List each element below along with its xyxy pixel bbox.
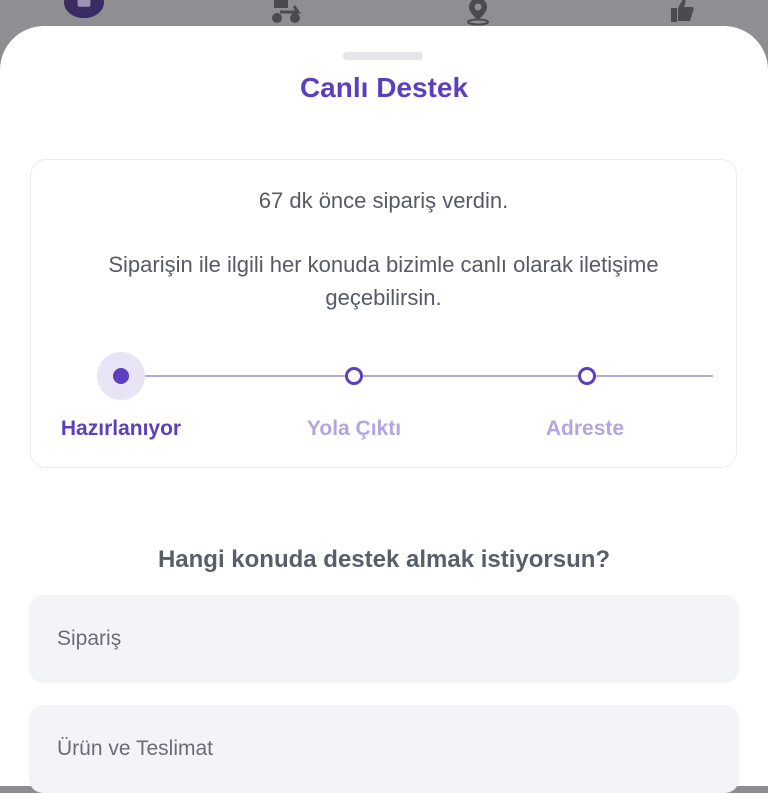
topic-option-order[interactable]: Sipariş — [29, 595, 739, 683]
live-support-sheet: Canlı Destek 67 dk önce sipariş verdin. … — [0, 26, 768, 793]
step-dot-preparing — [113, 368, 129, 384]
support-info-text: Siparişin ile ilgili her konuda bizimle … — [108, 252, 659, 310]
bag-icon — [64, 0, 104, 28]
courier-scooter-icon — [266, 0, 306, 28]
step-label-at-address: Adreste — [545, 417, 625, 440]
progress-track — [123, 375, 713, 377]
sheet-title: Canlı Destek — [299, 72, 469, 103]
location-pin-icon — [458, 0, 498, 28]
step-label-on-the-way: Yola Çıktı — [306, 417, 402, 440]
step-dot-at-address — [578, 367, 596, 385]
step-label-preparing: Hazırlanıyor — [60, 417, 182, 440]
step-dot-on-the-way — [345, 367, 363, 385]
topic-option-product-delivery[interactable]: Ürün ve Teslimat — [29, 705, 739, 793]
support-question: Hangi konuda destek almak istiyorsun? — [157, 546, 611, 573]
thumbs-up-icon — [662, 0, 702, 28]
sheet-drag-handle[interactable] — [343, 52, 423, 60]
order-elapsed-text: 67 dk önce sipariş verdin. — [258, 188, 509, 213]
order-status-card: 67 dk önce sipariş verdin. Siparişin ile… — [30, 159, 737, 468]
